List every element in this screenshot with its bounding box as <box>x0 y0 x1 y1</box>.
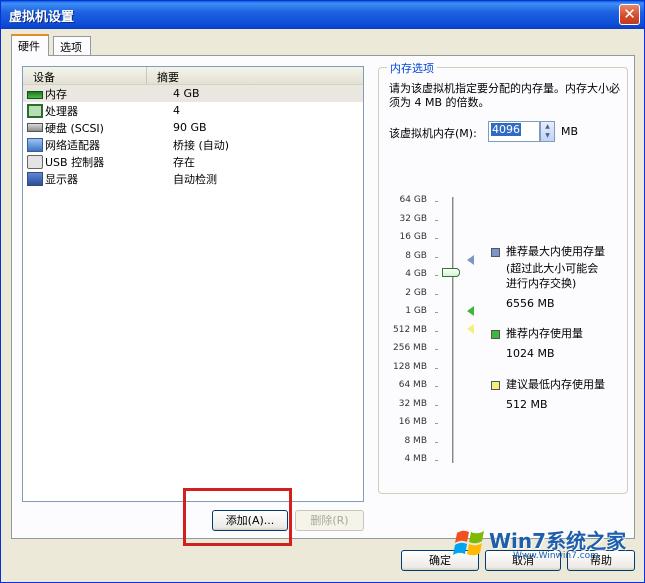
min-recommended-marker-icon <box>467 324 474 334</box>
spin-down-icon[interactable]: ▼ <box>541 131 554 140</box>
annotation-highlight-box <box>183 488 292 546</box>
device-name: USB 控制器 <box>45 155 105 169</box>
scale-tick <box>435 349 438 350</box>
device-row-display[interactable]: 显示器 自动检测 <box>23 170 363 187</box>
watermark-text: Win7系统之家 <box>489 529 627 553</box>
list-header: 设备 摘要 <box>23 67 363 85</box>
memory-input[interactable]: 4096 <box>488 121 540 142</box>
recommended-marker-icon <box>467 306 474 316</box>
scale-tick <box>435 238 438 239</box>
scale-tick <box>435 423 438 424</box>
device-name: 网络适配器 <box>45 138 100 152</box>
scale-tick <box>435 404 438 406</box>
close-button[interactable]: ✕ <box>619 4 640 25</box>
device-list[interactable]: 设备 摘要 内存 4 GB 处理器 4 硬盘 (SCSI) 90 GB 网络适配… <box>22 66 364 502</box>
scale-tick <box>435 293 438 295</box>
scale-label: 64 GB <box>399 195 427 205</box>
device-summary: 自动检测 <box>173 172 217 186</box>
scale-label: 256 MB <box>393 343 427 353</box>
max-recommended-marker-icon <box>467 255 474 265</box>
watermark: Win7系统之家 Www.Winwin7.com <box>451 521 641 566</box>
scale-tick <box>435 386 438 387</box>
device-row-memory[interactable]: 内存 4 GB <box>23 85 363 102</box>
scale-tick <box>435 460 438 461</box>
memory-slider-track[interactable] <box>452 197 454 463</box>
device-name: 硬盘 (SCSI) <box>45 121 104 135</box>
scale-label: 32 GB <box>399 213 427 224</box>
remove-device-button[interactable]: 删除(R) <box>295 510 364 531</box>
legend-min-title: 建议最低内存使用量 <box>506 378 605 391</box>
device-summary: 4 GB <box>173 87 200 100</box>
scale-tick <box>435 330 438 332</box>
scale-label: 32 MB <box>398 398 427 409</box>
scale-label: 16 GB <box>399 232 427 242</box>
scale-label: 16 MB <box>398 417 427 427</box>
tab-hardware[interactable]: 硬件 <box>11 34 49 56</box>
tab-options[interactable]: 选项 <box>53 36 91 56</box>
window-title: 虚拟机设置 <box>9 10 75 25</box>
legend-max-swatch <box>491 248 500 257</box>
network-adapter-icon <box>27 137 43 152</box>
hard-disk-icon <box>27 123 43 132</box>
usb-icon <box>27 154 43 169</box>
scale-label: 512 MB <box>393 324 427 335</box>
scale-label: 2 GB <box>405 287 427 298</box>
scale-label: 4 MB <box>404 454 427 464</box>
scale-tick <box>435 256 438 258</box>
memory-value: 4096 <box>491 123 521 136</box>
memory-field-label: 该虚拟机内存(M): <box>389 127 477 140</box>
device-summary: 桥接 (自动) <box>173 138 230 152</box>
legend-min-value: 512 MB <box>506 398 548 411</box>
cpu-icon <box>27 103 43 118</box>
scale-tick <box>435 275 438 276</box>
legend-min-swatch <box>491 381 500 390</box>
scale-label: 64 MB <box>398 380 427 390</box>
column-header-device[interactable]: 设备 <box>23 67 147 84</box>
memory-spinner[interactable]: ▲ ▼ <box>540 121 555 142</box>
dialog-client: 硬件 选项 设备 摘要 内存 4 GB 处理器 4 硬盘 (SCSI) 90 G… <box>5 29 640 580</box>
device-summary: 90 GB <box>173 121 207 134</box>
device-name: 内存 <box>45 87 67 101</box>
device-row-cpu[interactable]: 处理器 4 <box>23 102 363 119</box>
memory-slider-thumb[interactable] <box>442 268 460 277</box>
scale-tick <box>435 312 438 313</box>
scale-tick <box>435 441 438 443</box>
legend-max-note: (超过此大小可能会进行内存交换) <box>506 262 599 290</box>
device-name: 显示器 <box>45 172 78 186</box>
column-header-summary[interactable]: 摘要 <box>147 67 363 84</box>
memory-icon <box>27 91 43 99</box>
title-bar[interactable]: 虚拟机设置 ✕ <box>1 1 644 29</box>
watermark-url: Www.Winwin7.com <box>513 551 599 561</box>
memory-options-group: 内存选项 请为该虚拟机指定要分配的内存量。内存大小必须为 4 MB 的倍数。 该… <box>378 60 628 494</box>
hardware-panel: 设备 摘要 内存 4 GB 处理器 4 硬盘 (SCSI) 90 GB 网络适配… <box>11 55 635 539</box>
settings-window: 虚拟机设置 ✕ 硬件 选项 设备 摘要 内存 4 GB 处理器 4 硬盘 (SC… <box>0 0 645 583</box>
windows-logo-icon <box>453 530 484 556</box>
memory-unit: MB <box>561 125 579 138</box>
legend-max-value: 6556 MB <box>506 297 555 310</box>
device-summary: 4 <box>173 104 180 117</box>
scale-tick <box>435 367 438 369</box>
legend-recommended-title: 推荐内存使用量 <box>506 327 583 340</box>
device-row-network[interactable]: 网络适配器 桥接 (自动) <box>23 136 363 153</box>
device-row-usb[interactable]: USB 控制器 存在 <box>23 153 363 170</box>
scale-tick <box>435 201 438 202</box>
display-icon <box>27 171 43 186</box>
scale-label: 1 GB <box>405 306 427 316</box>
device-name: 处理器 <box>45 104 78 118</box>
scale-label: 4 GB <box>405 269 427 279</box>
group-title: 内存选项 <box>387 60 437 76</box>
scale-label: 8 MB <box>404 435 427 446</box>
device-summary: 存在 <box>173 155 195 169</box>
device-row-hard-disk[interactable]: 硬盘 (SCSI) 90 GB <box>23 119 363 136</box>
legend-max-title: 推荐最大内使用存量 <box>506 245 605 258</box>
legend-recommended-value: 1024 MB <box>506 347 555 360</box>
memory-description: 请为该虚拟机指定要分配的内存量。内存大小必须为 4 MB 的倍数。 <box>389 82 620 109</box>
scale-tick <box>435 219 438 221</box>
legend-recommended-swatch <box>491 330 500 339</box>
spin-up-icon[interactable]: ▲ <box>541 122 554 131</box>
scale-label: 8 GB <box>405 250 427 261</box>
scale-label: 128 MB <box>393 361 427 372</box>
